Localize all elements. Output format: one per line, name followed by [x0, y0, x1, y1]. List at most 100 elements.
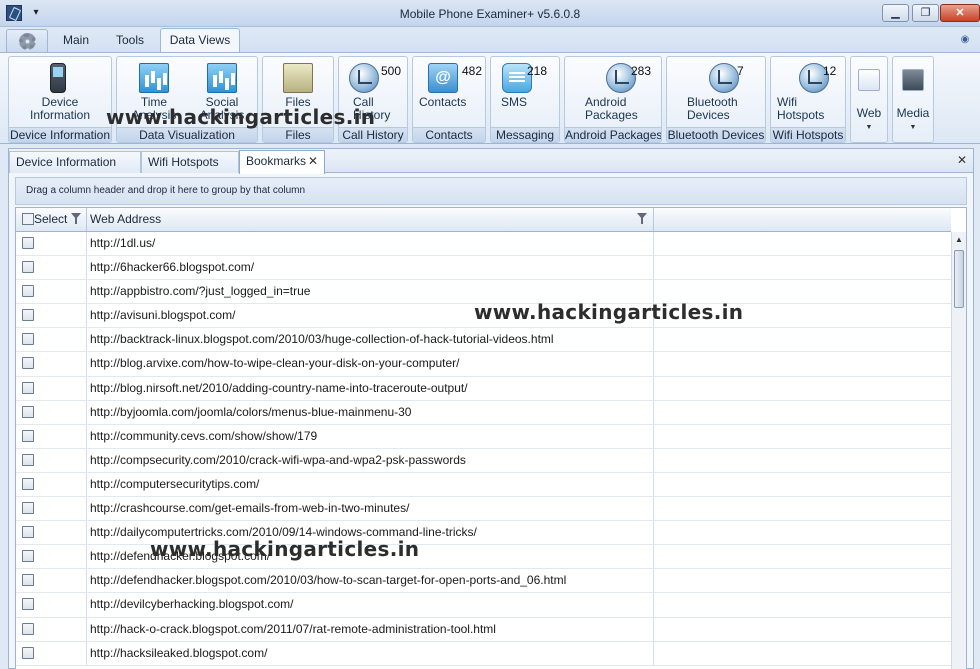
column-divider	[86, 593, 87, 617]
table-row[interactable]: http://blog.arvixe.com/how-to-wipe-clean…	[16, 352, 951, 377]
vertical-scrollbar[interactable]: ▲	[951, 232, 966, 669]
android-packages-button[interactable]: 283 Android Packages	[567, 59, 661, 125]
help-icon[interactable]: ◉	[958, 33, 972, 47]
close-document-icon[interactable]: ✕	[957, 153, 967, 167]
table-row[interactable]: http://hacksileaked.blogspot.com/	[16, 641, 951, 666]
row-checkbox[interactable]	[22, 502, 34, 515]
table-row[interactable]: http://compsecurity.com/2010/crack-wifi-…	[16, 448, 951, 473]
table-row[interactable]: http://computersecuritytips.com/	[16, 472, 951, 498]
bar-chart-icon	[139, 63, 169, 93]
tab-data-views[interactable]: Data Views	[160, 28, 240, 53]
column-divider	[653, 400, 654, 424]
tab-tools[interactable]: Tools	[106, 31, 154, 52]
ribbon-tab-row: Main Tools Data Views ◉	[0, 27, 980, 53]
web-address-cell: http://crashcourse.com/get-emails-from-w…	[90, 501, 410, 516]
group-label: Data Visualization	[117, 127, 257, 142]
bluetooth-devices-label: Bluetooth Devices	[687, 95, 738, 122]
group-label: Call History	[339, 127, 407, 142]
sms-button[interactable]: 218 SMS	[493, 59, 559, 125]
wifi-hotspots-button[interactable]: 12 Wifi Hotspots	[773, 59, 845, 125]
table-row[interactable]: http://devilcyberhacking.blogspot.com/	[16, 593, 951, 618]
row-checkbox[interactable]	[22, 526, 34, 539]
row-checkbox[interactable]	[22, 405, 34, 418]
group-data-visualization: Time Analysis Social Analysis Data Visua…	[116, 56, 258, 143]
row-checkbox[interactable]	[22, 261, 34, 274]
table-row[interactable]: http://1dl.us/	[16, 232, 951, 257]
column-divider	[653, 545, 654, 569]
row-checkbox[interactable]	[22, 453, 34, 466]
phone-icon	[50, 63, 66, 93]
doc-tab-label: Device Information	[16, 155, 117, 169]
column-header-web-address[interactable]: Web Address	[87, 208, 654, 231]
column-divider	[86, 569, 87, 593]
doc-tab-device-information[interactable]: Device Information	[9, 151, 141, 173]
table-row[interactable]: http://community.cevs.com/show/show/179	[16, 424, 951, 449]
column-divider	[653, 256, 654, 280]
device-information-button[interactable]: Device Information	[11, 59, 109, 125]
scroll-up-icon[interactable]: ▲	[952, 232, 966, 248]
wifi-hotspots-label: Wifi Hotspots	[777, 95, 825, 122]
watermark-text: www.hackingarticles.in	[150, 537, 420, 561]
row-checkbox[interactable]	[22, 598, 34, 611]
web-address-cell: http://backtrack-linux.blogspot.com/2010…	[90, 332, 554, 347]
column-divider	[653, 448, 654, 472]
web-icon	[858, 69, 880, 91]
row-checkbox[interactable]	[22, 477, 34, 490]
row-checkbox[interactable]	[22, 574, 34, 587]
web-button[interactable]: Web ▼	[852, 59, 886, 139]
contacts-label: Contacts	[419, 95, 467, 109]
row-checkbox[interactable]	[22, 285, 34, 298]
select-all-checkbox[interactable]	[22, 213, 34, 225]
restore-button[interactable]: ❐	[912, 4, 939, 22]
group-by-panel[interactable]: Drag a column header and drop it here to…	[15, 177, 967, 205]
close-button[interactable]: ✕	[940, 4, 980, 22]
table-row[interactable]: http://defendhacker.blogspot.com/2010/03…	[16, 569, 951, 594]
dropdown-arrow-icon: ▼	[865, 124, 873, 131]
bluetooth-devices-button[interactable]: 7 Bluetooth Devices	[669, 59, 765, 125]
column-divider	[653, 641, 654, 665]
column-divider	[86, 497, 87, 521]
contacts-count: 482	[462, 64, 483, 78]
filter-icon[interactable]	[71, 213, 82, 225]
application-menu-button[interactable]	[6, 29, 48, 52]
row-checkbox[interactable]	[22, 309, 34, 322]
row-checkbox[interactable]	[22, 357, 34, 370]
row-checkbox[interactable]	[22, 550, 34, 563]
web-address-cell: http://blog.nirsoft.net/2010/adding-coun…	[90, 380, 468, 395]
table-row[interactable]: http://crashcourse.com/get-emails-from-w…	[16, 497, 951, 522]
doc-tab-wifi-hotspots[interactable]: Wifi Hotspots	[141, 151, 239, 173]
column-header-select[interactable]: Select	[16, 208, 87, 231]
row-checkbox[interactable]	[22, 429, 34, 442]
web-address-cell: http://avisuni.blogspot.com/	[90, 308, 236, 323]
row-checkbox[interactable]	[22, 381, 34, 394]
dropdown-arrow-icon: ▼	[909, 124, 917, 131]
title-bar: ▾ Mobile Phone Examiner+ v5.6.0.8 ▁ ❐ ✕	[0, 0, 980, 27]
row-checkbox[interactable]	[22, 333, 34, 346]
group-label: Contacts	[413, 127, 485, 142]
column-divider	[86, 256, 87, 280]
table-row[interactable]: http://backtrack-linux.blogspot.com/2010…	[16, 328, 951, 353]
scroll-thumb[interactable]	[954, 250, 964, 308]
minimize-button[interactable]: ▁	[882, 4, 909, 22]
tab-close-icon[interactable]: ✕	[308, 151, 318, 171]
column-divider	[653, 521, 654, 545]
contacts-button[interactable]: @ 482 Contacts	[415, 59, 485, 125]
column-divider	[653, 617, 654, 641]
media-button[interactable]: Media ▼	[894, 59, 932, 139]
tab-main[interactable]: Main	[52, 31, 100, 52]
web-address-cell: http://devilcyberhacking.blogspot.com/	[90, 597, 294, 612]
column-divider	[86, 376, 87, 400]
table-row[interactable]: http://byjoomla.com/joomla/colors/menus-…	[16, 400, 951, 425]
row-checkbox[interactable]	[22, 646, 34, 659]
bookmarks-grid: Select Web Address http://1dl.us/http://…	[15, 207, 967, 669]
doc-tab-bookmarks[interactable]: Bookmarks ✕	[239, 150, 325, 174]
table-row[interactable]: http://hack-o-crack.blogspot.com/2011/07…	[16, 617, 951, 642]
column-divider	[653, 593, 654, 617]
row-checkbox[interactable]	[22, 622, 34, 635]
table-row[interactable]: http://6hacker66.blogspot.com/	[16, 256, 951, 281]
filter-icon[interactable]	[637, 213, 648, 225]
web-address-cell: http://1dl.us/	[90, 236, 156, 250]
table-row[interactable]: http://blog.nirsoft.net/2010/adding-coun…	[16, 376, 951, 401]
bluetooth-icon	[709, 63, 739, 93]
row-checkbox[interactable]	[22, 237, 34, 249]
